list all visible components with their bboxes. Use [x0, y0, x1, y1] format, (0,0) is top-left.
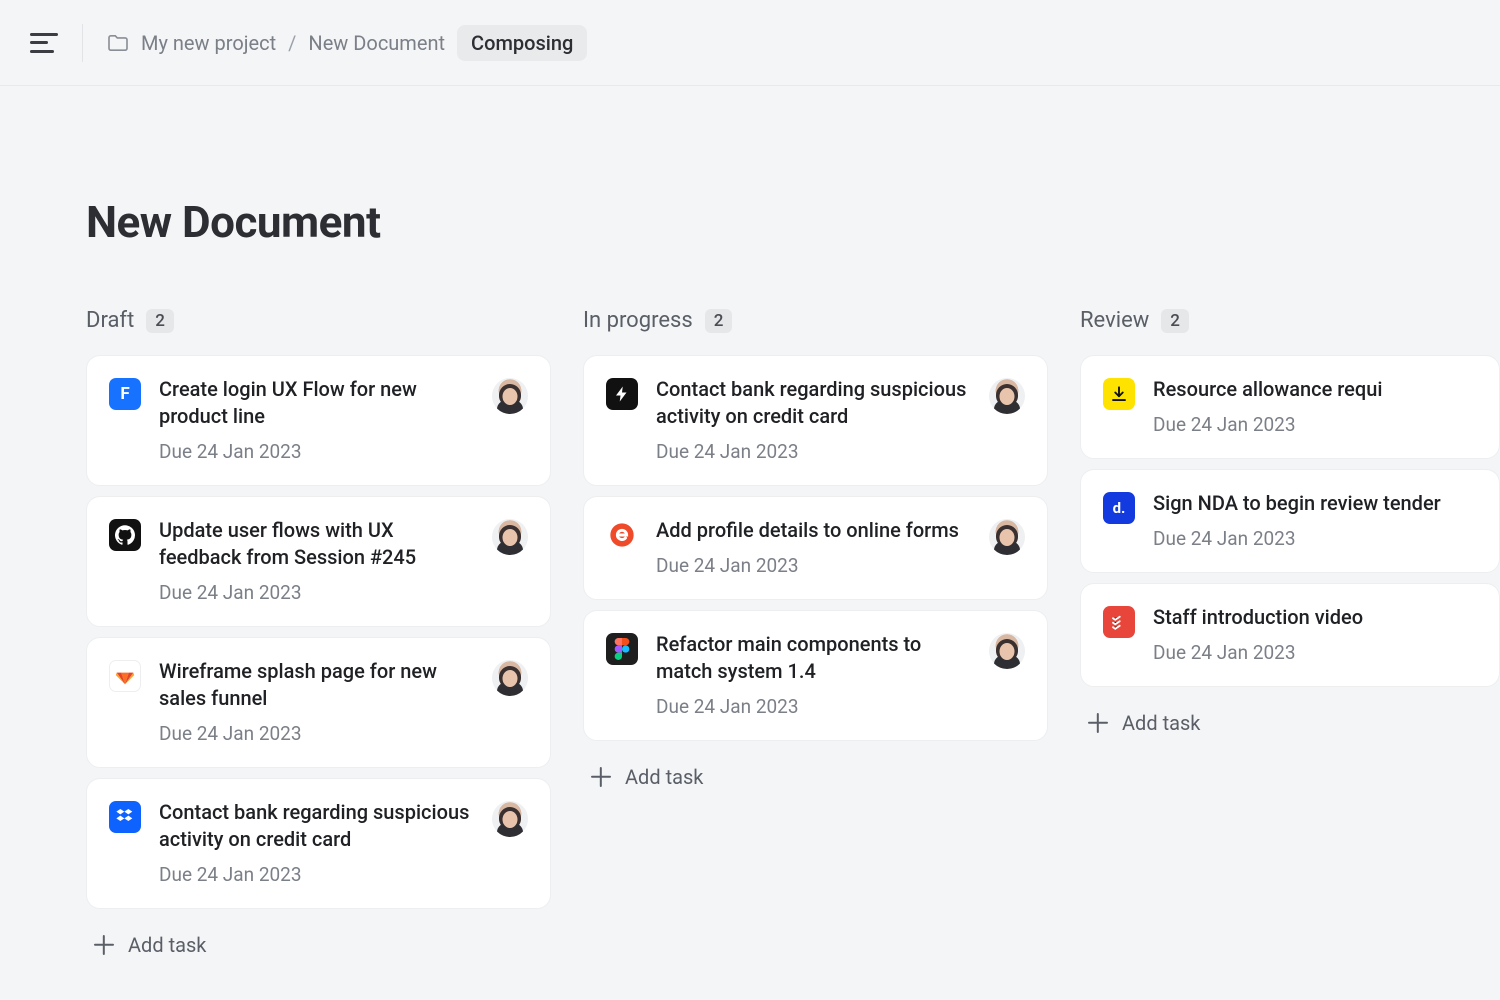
add-task-label: Add task [625, 765, 703, 789]
task-due: Due 24 Jan 2023 [656, 695, 971, 718]
github-icon [109, 519, 141, 551]
add-task-label: Add task [128, 933, 206, 957]
task-card[interactable]: F Create login UX Flow for new product l… [86, 355, 551, 486]
plus-icon [1088, 713, 1108, 733]
column-review: Review 2 Resource allowance requi Due 24… [1080, 308, 1500, 971]
assignee-avatar[interactable] [989, 519, 1025, 555]
task-card[interactable]: Refactor main components to match system… [583, 610, 1048, 741]
task-title: Create login UX Flow for new product lin… [159, 376, 474, 430]
assignee-avatar[interactable] [492, 378, 528, 414]
task-title: Wireframe splash page for new sales funn… [159, 658, 474, 712]
task-due: Due 24 Jan 2023 [159, 581, 474, 604]
bolt-icon [606, 378, 638, 410]
task-title: Add profile details to online forms [656, 517, 971, 544]
task-due: Due 24 Jan 2023 [1153, 527, 1477, 550]
e-icon [606, 519, 638, 551]
add-task-button[interactable]: Add task [86, 919, 551, 971]
assignee-avatar[interactable] [492, 519, 528, 555]
task-due: Due 24 Jan 2023 [159, 863, 474, 886]
breadcrumb-separator: / [288, 31, 296, 55]
task-card[interactable]: Update user flows with UX feedback from … [86, 496, 551, 627]
download-icon [1103, 378, 1135, 410]
dropbox-icon [109, 801, 141, 833]
column-name: Draft [86, 308, 134, 333]
assignee-avatar[interactable] [989, 378, 1025, 414]
add-task-button[interactable]: Add task [1080, 697, 1500, 749]
column-count-badge: 2 [146, 309, 174, 333]
task-due: Due 24 Jan 2023 [1153, 413, 1477, 436]
column-name: Review [1080, 308, 1149, 333]
breadcrumb-mode[interactable]: Composing [457, 25, 587, 61]
task-card[interactable]: Wireframe splash page for new sales funn… [86, 637, 551, 768]
plus-icon [591, 767, 611, 787]
framer-icon: F [109, 378, 141, 410]
task-title: Contact bank regarding suspicious activi… [159, 799, 474, 853]
task-title: Contact bank regarding suspicious activi… [656, 376, 971, 430]
kanban-board: Draft 2 F Create login UX Flow for new p… [86, 308, 1500, 971]
task-due: Due 24 Jan 2023 [159, 722, 474, 745]
breadcrumb-project[interactable]: My new project [141, 31, 276, 55]
task-card[interactable]: Add profile details to online forms Due … [583, 496, 1048, 600]
assignee-avatar[interactable] [989, 633, 1025, 669]
content: New Document Draft 2 F Create login UX F… [0, 86, 1500, 971]
add-task-label: Add task [1122, 711, 1200, 735]
topbar: My new project / New Document Composing [0, 0, 1500, 86]
gitlab-icon [109, 660, 141, 692]
column-header: Review 2 [1080, 308, 1500, 333]
task-due: Due 24 Jan 2023 [159, 440, 474, 463]
column-draft: Draft 2 F Create login UX Flow for new p… [86, 308, 551, 971]
folder-icon [107, 34, 129, 52]
breadcrumb-document[interactable]: New Document [308, 31, 445, 55]
task-card[interactable]: Contact bank regarding suspicious activi… [86, 778, 551, 909]
task-title: Resource allowance requi [1153, 376, 1477, 403]
plus-icon [94, 935, 114, 955]
task-card[interactable]: d. Sign NDA to begin review tender Due 2… [1080, 469, 1500, 573]
task-title: Staff introduction video [1153, 604, 1477, 631]
column-count-badge: 2 [1161, 309, 1189, 333]
page-title: New Document [86, 196, 1500, 248]
task-due: Due 24 Jan 2023 [1153, 641, 1477, 664]
task-card[interactable]: Contact bank regarding suspicious activi… [583, 355, 1048, 486]
column-header: In progress 2 [583, 308, 1048, 333]
task-title: Update user flows with UX feedback from … [159, 517, 474, 571]
column-name: In progress [583, 308, 693, 333]
task-due: Due 24 Jan 2023 [656, 554, 971, 577]
assignee-avatar[interactable] [492, 660, 528, 696]
assignee-avatar[interactable] [492, 801, 528, 837]
dooly-icon: d. [1103, 492, 1135, 524]
todoist-icon [1103, 606, 1135, 638]
column-header: Draft 2 [86, 308, 551, 333]
task-title: Refactor main components to match system… [656, 631, 971, 685]
figma-icon [606, 633, 638, 665]
task-card[interactable]: Staff introduction video Due 24 Jan 2023 [1080, 583, 1500, 687]
column-in-progress: In progress 2 Contact bank regarding sus… [583, 308, 1048, 971]
column-count-badge: 2 [705, 309, 733, 333]
menu-icon[interactable] [30, 33, 58, 53]
divider [82, 24, 83, 62]
add-task-button[interactable]: Add task [583, 751, 1048, 803]
task-card[interactable]: Resource allowance requi Due 24 Jan 2023 [1080, 355, 1500, 459]
breadcrumb: My new project / New Document Composing [107, 25, 587, 61]
task-due: Due 24 Jan 2023 [656, 440, 971, 463]
task-title: Sign NDA to begin review tender [1153, 490, 1477, 517]
